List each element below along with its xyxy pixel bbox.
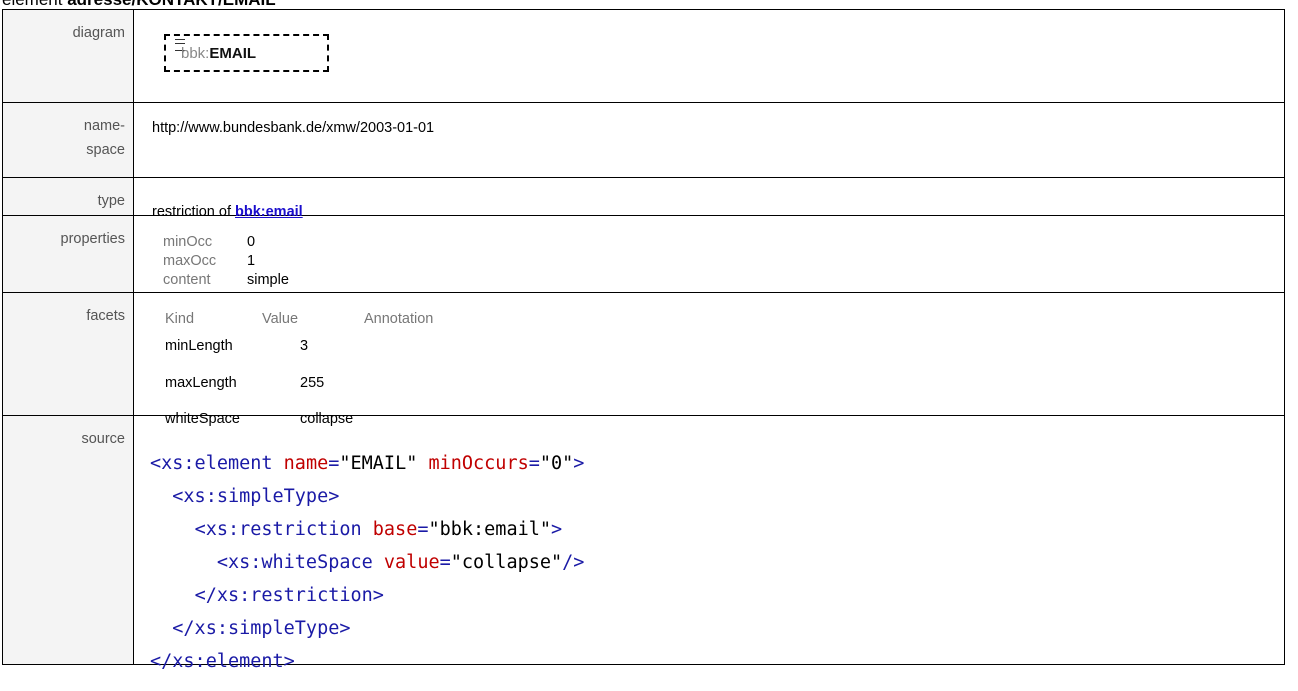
property-key: content [163,272,211,288]
diagram-prefix: bbk: [181,45,210,62]
element-diagram[interactable]: bbk:EMAIL [164,34,329,72]
label-namespace: name- space [2,102,134,178]
property-key: maxOcc [163,253,217,269]
property-row: content simple [163,271,289,290]
label-properties: properties [2,215,134,293]
property-row: maxOcc 1 [163,252,289,271]
source-code: <xs:element name="EMAIL" minOccurs="0"> … [150,447,584,678]
type-text: restriction of [152,204,235,220]
title-prefix: element [2,0,67,9]
row-facets: facets [2,292,1285,416]
facet-header-value: Value [262,311,299,327]
source-line: <xs:simpleType> [172,486,340,507]
label-diagram: diagram [2,9,134,103]
type-value: restriction of bbk:email [152,204,303,220]
label-type: type [2,177,134,216]
facet-value: collapse [300,411,354,427]
facet-value: 255 [300,375,325,391]
label-source: source [2,415,134,665]
facet-header-annotation: Annotation [364,311,434,327]
facet-kind: whiteSpace [165,411,240,427]
property-value: 0 [247,234,256,250]
property-value: 1 [247,253,256,269]
source-line: <xs:restriction base="bbk:email"> [194,519,563,540]
source-line: <xs:element name="EMAIL" minOccurs="0"> [150,453,585,474]
property-value: simple [247,272,289,288]
label-facets: facets [2,292,134,416]
source-line: <xs:whiteSpace value="collapse"/> [216,552,585,573]
row-namespace: name- space [2,102,1285,178]
diagram-name: EMAIL [209,45,257,62]
source-line: </xs:simpleType> [172,618,351,639]
facet-value: 3 [300,338,309,354]
facet-kind: minLength [165,338,233,354]
title-path: adresse/KONTAKT/EMAIL [67,0,275,9]
property-row: minOcc 0 [163,233,289,252]
namespace-value: http://www.bundesbank.de/xmw/2003-01-01 [152,120,435,136]
facet-header-kind: Kind [165,311,195,327]
properties-list: minOcc 0 maxOcc 1 content simple [163,233,289,290]
source-line: </xs:element> [150,651,295,672]
facet-kind: maxLength [165,375,237,391]
type-link[interactable]: bbk:email [235,204,303,220]
source-line: </xs:restriction> [194,585,384,606]
property-key: minOcc [163,234,213,250]
